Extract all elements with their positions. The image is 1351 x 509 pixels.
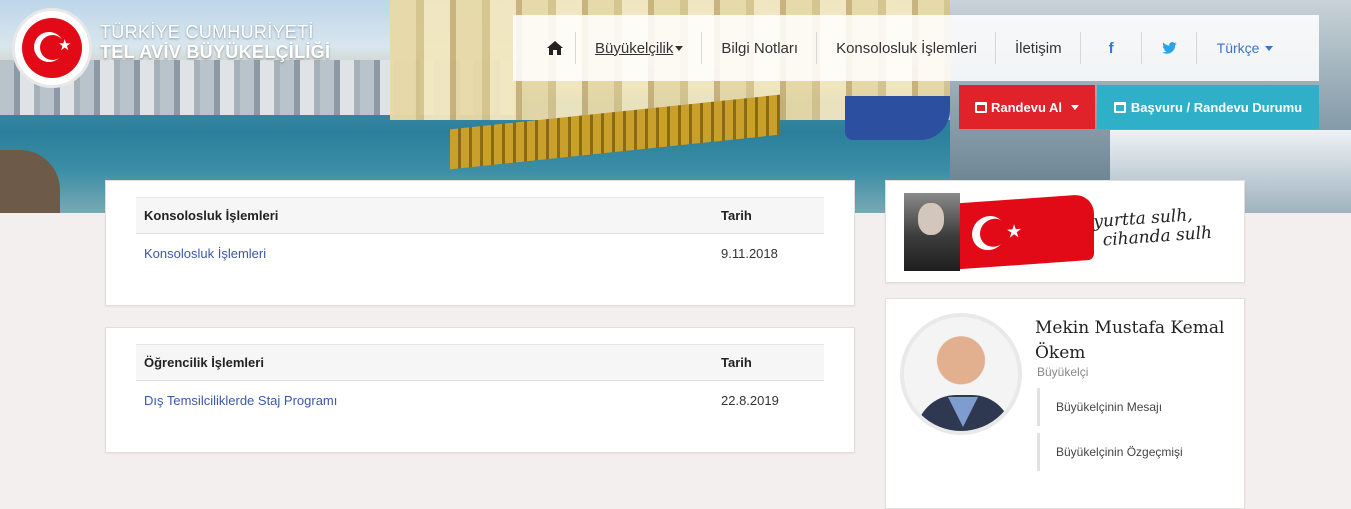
nav-item-label: İletişim <box>1014 39 1062 57</box>
ataturk-banner[interactable]: ★ yurtta sulh, cihanda sulh <box>904 193 1222 271</box>
nav-item-info-notes[interactable]: Bilgi Notları <box>702 15 817 81</box>
caret-down-icon <box>1071 104 1080 110</box>
language-label: Türkçe <box>1216 40 1260 56</box>
nav-item-embassy[interactable]: Büyükelçilik <box>576 15 703 81</box>
embassy-logo[interactable]: ★ <box>12 8 92 88</box>
link-label: Büyükelçinin Mesajı <box>1056 400 1163 414</box>
consular-panel: Konsolosluk İşlemleri Tarih Konsolosluk … <box>105 180 855 306</box>
site-title-line1: TÜRKİYE CUMHURİYETİ <box>100 22 314 42</box>
table-row: Dış Temsilciliklerde Staj Programı 22.8.… <box>136 381 824 419</box>
table-header: Öğrencilik İşlemleri Tarih <box>136 344 824 381</box>
site-title[interactable]: TÜRKİYE CUMHURİYETİ TEL AVİV BÜYÜKELÇİLİ… <box>100 22 330 62</box>
site-title-line2: TEL AVİV BÜYÜKELÇİLİĞİ <box>100 42 331 62</box>
turkish-flag-image: ★ <box>944 193 1094 271</box>
emblem-icon: ★ <box>22 18 82 78</box>
calendar-check-icon <box>1113 101 1126 113</box>
boat <box>845 96 950 140</box>
link-label: Büyükelçinin Özgeçmişi <box>1056 445 1183 459</box>
ambassador-title: Büyükelçi <box>1037 365 1089 379</box>
appointment-label: Randevu Al <box>990 99 1063 115</box>
student-table: Öğrencilik İşlemleri Tarih Dış Temsilcil… <box>136 344 824 419</box>
appointment-button[interactable]: Randevu Al <box>959 85 1095 129</box>
row-date: 9.11.2018 <box>721 245 778 261</box>
caret-down-icon <box>1265 45 1274 51</box>
ataturk-portrait <box>904 193 960 271</box>
column-header: Öğrencilik İşlemleri <box>144 355 264 370</box>
nav-item-contact[interactable]: İletişim <box>996 15 1081 81</box>
column-header: Konsolosluk İşlemleri <box>144 208 279 223</box>
main-nav: Büyükelçilik Bilgi Notları Konsolosluk İ… <box>513 15 1319 81</box>
ambassador-message-link[interactable]: Büyükelçinin Mesajı <box>1037 388 1227 426</box>
nav-item-label: Büyükelçilik <box>595 39 674 57</box>
calendar-icon <box>974 101 987 113</box>
ambassador-photo[interactable] <box>900 313 1022 435</box>
foreground-rock <box>0 150 60 213</box>
ambassador-name: Mekin Mustafa Kemal Ökem <box>1035 318 1225 363</box>
facebook-icon: f <box>1108 39 1114 57</box>
nav-item-label: Bilgi Notları <box>721 39 799 57</box>
ambassador-cv-link[interactable]: Büyükelçinin Özgeçmişi <box>1037 433 1227 471</box>
nav-home[interactable] <box>513 15 576 81</box>
nav-item-consular[interactable]: Konsolosluk İşlemleri <box>817 15 996 81</box>
column-header: Tarih <box>721 208 752 223</box>
application-status-label: Başvuru / Randevu Durumu <box>1130 99 1303 115</box>
facebook-link[interactable]: f <box>1081 15 1142 81</box>
ambassador-panel: Mekin Mustafa Kemal Ökem Büyükelçi Büyük… <box>885 298 1245 509</box>
home-icon <box>547 41 563 55</box>
application-status-button[interactable]: Başvuru / Randevu Durumu <box>1097 85 1319 129</box>
consular-table: Konsolosluk İşlemleri Tarih Konsolosluk … <box>136 197 824 272</box>
column-header: Tarih <box>721 355 752 370</box>
student-panel: Öğrencilik İşlemleri Tarih Dış Temsilcil… <box>105 327 855 453</box>
row-link[interactable]: Dış Temsilciliklerde Staj Programı <box>136 393 721 408</box>
motto: yurtta sulh, cihanda sulh <box>1093 205 1213 251</box>
table-row: Konsolosluk İşlemleri 9.11.2018 <box>136 234 824 272</box>
twitter-link[interactable] <box>1142 15 1197 81</box>
row-link[interactable]: Konsolosluk İşlemleri <box>136 246 721 261</box>
table-header: Konsolosluk İşlemleri Tarih <box>136 197 824 234</box>
language-selector[interactable]: Türkçe <box>1197 15 1294 81</box>
twitter-icon <box>1161 42 1177 54</box>
nav-item-label: Konsolosluk İşlemleri <box>836 39 977 57</box>
row-date: 22.8.2019 <box>721 392 779 408</box>
caret-down-icon <box>675 45 684 51</box>
